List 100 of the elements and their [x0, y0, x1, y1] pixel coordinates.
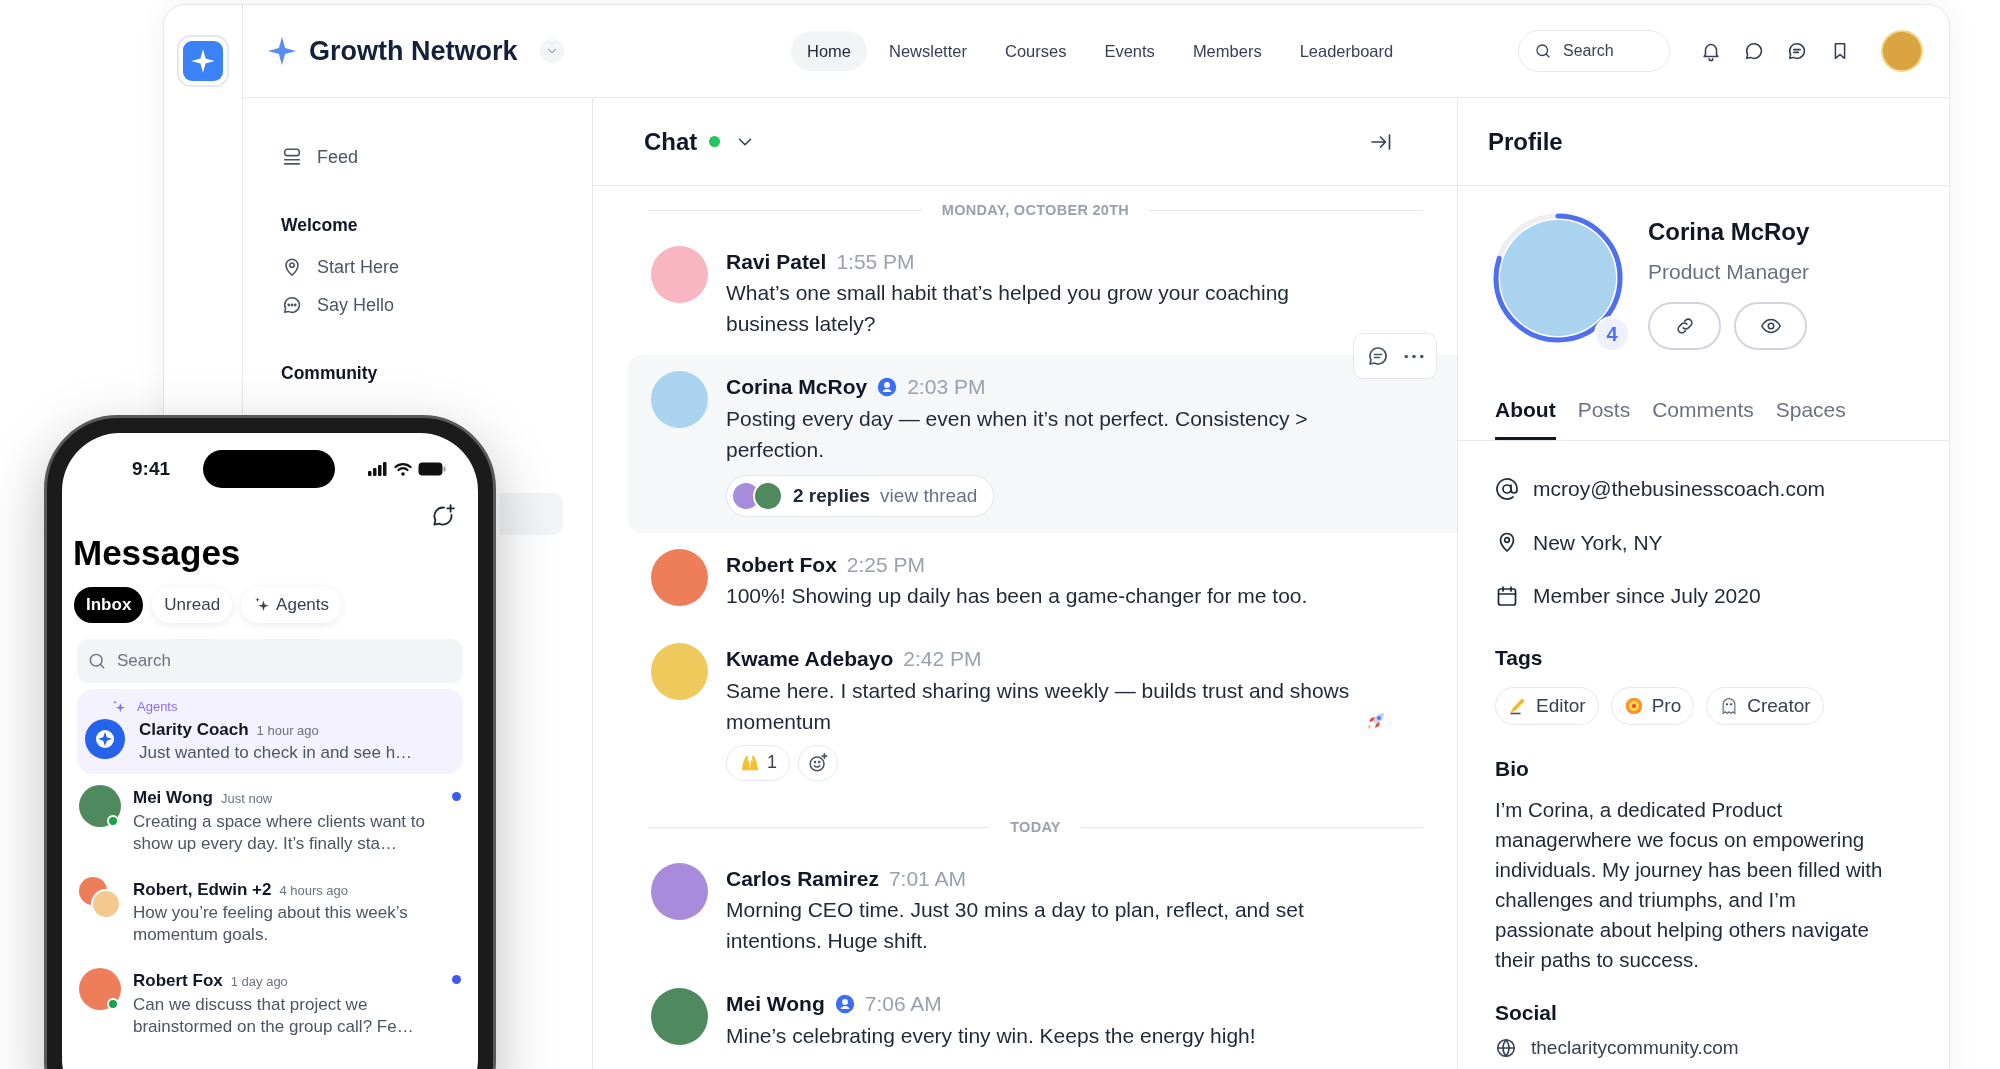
- message-search-field[interactable]: Search: [77, 639, 463, 683]
- tag-label: Editor: [1536, 693, 1586, 718]
- conversation-time: 1 hour ago: [256, 721, 319, 740]
- message-text: 100%! Showing up daily has been a game-changer for me too.: [726, 583, 1308, 610]
- battery-icon: [418, 462, 446, 476]
- agents-label: Agents: [137, 698, 178, 716]
- chat-lines-icon: [1786, 40, 1808, 62]
- filter-tab[interactable]: Agents: [241, 587, 342, 623]
- tag-label: Pro: [1651, 693, 1682, 718]
- nav-tab[interactable]: Leaderboard: [1283, 31, 1410, 71]
- search-icon: [87, 651, 107, 671]
- flower-icon: [1623, 696, 1644, 716]
- message-text: Posting every day — even when it’s not perfect. Consistency > perfection.: [726, 405, 1309, 463]
- sidebar-heading: Welcome: [281, 214, 359, 237]
- more-icon: [1404, 353, 1424, 359]
- profile-detail: Member since July 2020: [1533, 583, 1761, 609]
- sidebar-heading: Community: [281, 362, 379, 386]
- author-name: Kwame Adebayo: [726, 646, 894, 673]
- nav-tab[interactable]: Courses: [988, 31, 1083, 71]
- section-heading: Bio: [1495, 756, 1530, 782]
- sidebar-item[interactable]: Start Here: [281, 248, 562, 287]
- message-time: 2:42 PM: [903, 646, 982, 673]
- message-text: Same here. I started sharing wins weekly — builds trust and shows momentum: [726, 677, 1351, 735]
- date-divider-label: TODAY: [1010, 817, 1061, 837]
- add-emoji-icon: [807, 751, 829, 774]
- calendar-icon: [1495, 583, 1519, 608]
- nav-tab[interactable]: Events: [1088, 31, 1171, 71]
- profile-detail: mcroy@thebusinesscoach.com: [1533, 476, 1826, 502]
- chat-bubble-icon: [1743, 40, 1765, 62]
- feed-icon: [281, 146, 303, 168]
- conversation-row[interactable]: Robert Fox 1 day ago Can we discuss that project we brainstormed on the group call? Fe…: [77, 957, 463, 1049]
- profile-tab[interactable]: Spaces: [1775, 393, 1846, 440]
- conversation-preview: Creating a space where clients want to show up every day. It’s finally sta…: [133, 810, 426, 855]
- message-time: 1:55 PM: [836, 248, 915, 275]
- message-text: What’s one small habit that’s helped you grow your coaching business lately?: [726, 280, 1291, 338]
- profile-role: Product Manager: [1648, 259, 1810, 285]
- new-message-button[interactable]: [430, 503, 456, 529]
- author-name: Ravi Patel: [726, 248, 827, 275]
- bio-text: I’m Corina, a dedicated Product managerwhere we focus on empowering individuals. My journey has been filled with challenges and triumphs, and I’m passionate about helping others navigate their paths to success.: [1495, 796, 1884, 973]
- author-name: Carlos Ramirez: [726, 865, 879, 892]
- nav-tab[interactable]: Members: [1176, 31, 1278, 71]
- message-text: Morning CEO time. Just 30 mins a day to plan, reflect, and set intentions. Huge shift.: [726, 897, 1305, 954]
- signal-icon: [368, 462, 388, 476]
- app-logo[interactable]: [177, 35, 229, 87]
- level-badge: 4: [1594, 316, 1630, 352]
- message-time: 2:03 PM: [907, 374, 986, 401]
- globe-icon: [1495, 1037, 1517, 1060]
- message-time: 7:06 AM: [864, 991, 942, 1017]
- more-options-button[interactable]: [1404, 353, 1424, 359]
- author-name: Mei Wong: [726, 991, 825, 1017]
- sidebar-item[interactable]: Say Hello: [281, 286, 562, 325]
- profile-detail: New York, NY: [1533, 529, 1663, 556]
- nav-tab[interactable]: Home: [791, 31, 867, 71]
- message-time: 7:01 AM: [888, 865, 966, 892]
- tag-label: Creator: [1747, 693, 1811, 718]
- message-text: Mine’s celebrating every tiny win. Keeps the energy high!: [726, 1022, 1256, 1049]
- social-link[interactable]: theclaritycommunity.com: [1531, 1034, 1739, 1063]
- conversation-preview: How you’re feeling about this week’s momentum goals.: [133, 902, 409, 946]
- search-icon: [1534, 42, 1552, 60]
- conversation-row[interactable]: Robert, Edwin +2 4 hours ago How you’re feeling about this week’s momentum goals.: [77, 865, 463, 957]
- conversation-row[interactable]: Agents Clarity Coach 1 hour ago Just wanted to check in and see h…: [77, 689, 463, 774]
- search-field[interactable]: Search: [1518, 30, 1670, 72]
- profile-name: Corina McRoy: [1648, 217, 1810, 247]
- filter-tab[interactable]: Inbox: [74, 587, 144, 623]
- compose-icon: [430, 503, 456, 529]
- view-button[interactable]: [1734, 301, 1807, 350]
- message-time: 2:25 PM: [846, 551, 926, 578]
- conversation-time: 4 hours ago: [279, 881, 349, 900]
- author-name: Corina McRoy: [726, 374, 868, 401]
- conversation-name: Mei Wong: [133, 787, 213, 809]
- view-thread-link[interactable]: view thread: [880, 481, 978, 510]
- messages-title: Messages: [73, 532, 242, 574]
- status-time: 9:41: [132, 456, 171, 481]
- sidebar-item[interactable]: Feed: [281, 138, 562, 176]
- conversation-name: Robert, Edwin +2: [133, 878, 272, 901]
- conversation-preview: Can we discuss that project we brainstormed on the group call? Fe…: [133, 993, 415, 1038]
- conversation-name: Robert Fox: [133, 970, 223, 992]
- chat-title: Chat: [644, 126, 698, 157]
- section-heading: Tags: [1495, 644, 1544, 671]
- conversation-time: Just now: [220, 790, 273, 808]
- community-name: Growth Network: [309, 34, 518, 68]
- profile-title: Profile: [1488, 126, 1563, 157]
- replies-count: 2 replies: [793, 483, 871, 508]
- profile-tab[interactable]: Posts: [1577, 393, 1631, 440]
- group-avatar: [79, 876, 121, 919]
- conversation-time: 1 day ago: [230, 973, 288, 991]
- filter-tab[interactable]: Unread: [152, 587, 233, 623]
- date-divider-label: MONDAY, OCTOBER 20TH: [941, 201, 1130, 220]
- section-heading: Social: [1495, 999, 1558, 1026]
- profile-tab[interactable]: Comments: [1652, 393, 1754, 440]
- conversation-row[interactable]: Mei Wong Just now Creating a space where clients want to show up every day. It’s finally sta…: [77, 774, 463, 866]
- reply-avatars: [731, 480, 783, 511]
- profile-tab[interactable]: About: [1495, 393, 1556, 440]
- thread-replies-button[interactable]: 2 replies view thread: [726, 474, 995, 517]
- conversation-name: Clarity Coach: [139, 718, 249, 741]
- nav-tab[interactable]: Newsletter: [873, 31, 983, 71]
- at-sign-icon: [1495, 476, 1519, 501]
- wifi-icon: [394, 462, 412, 476]
- conversation-preview: Just wanted to check in and see h…: [139, 742, 414, 764]
- copy-link-button[interactable]: [1648, 301, 1721, 350]
